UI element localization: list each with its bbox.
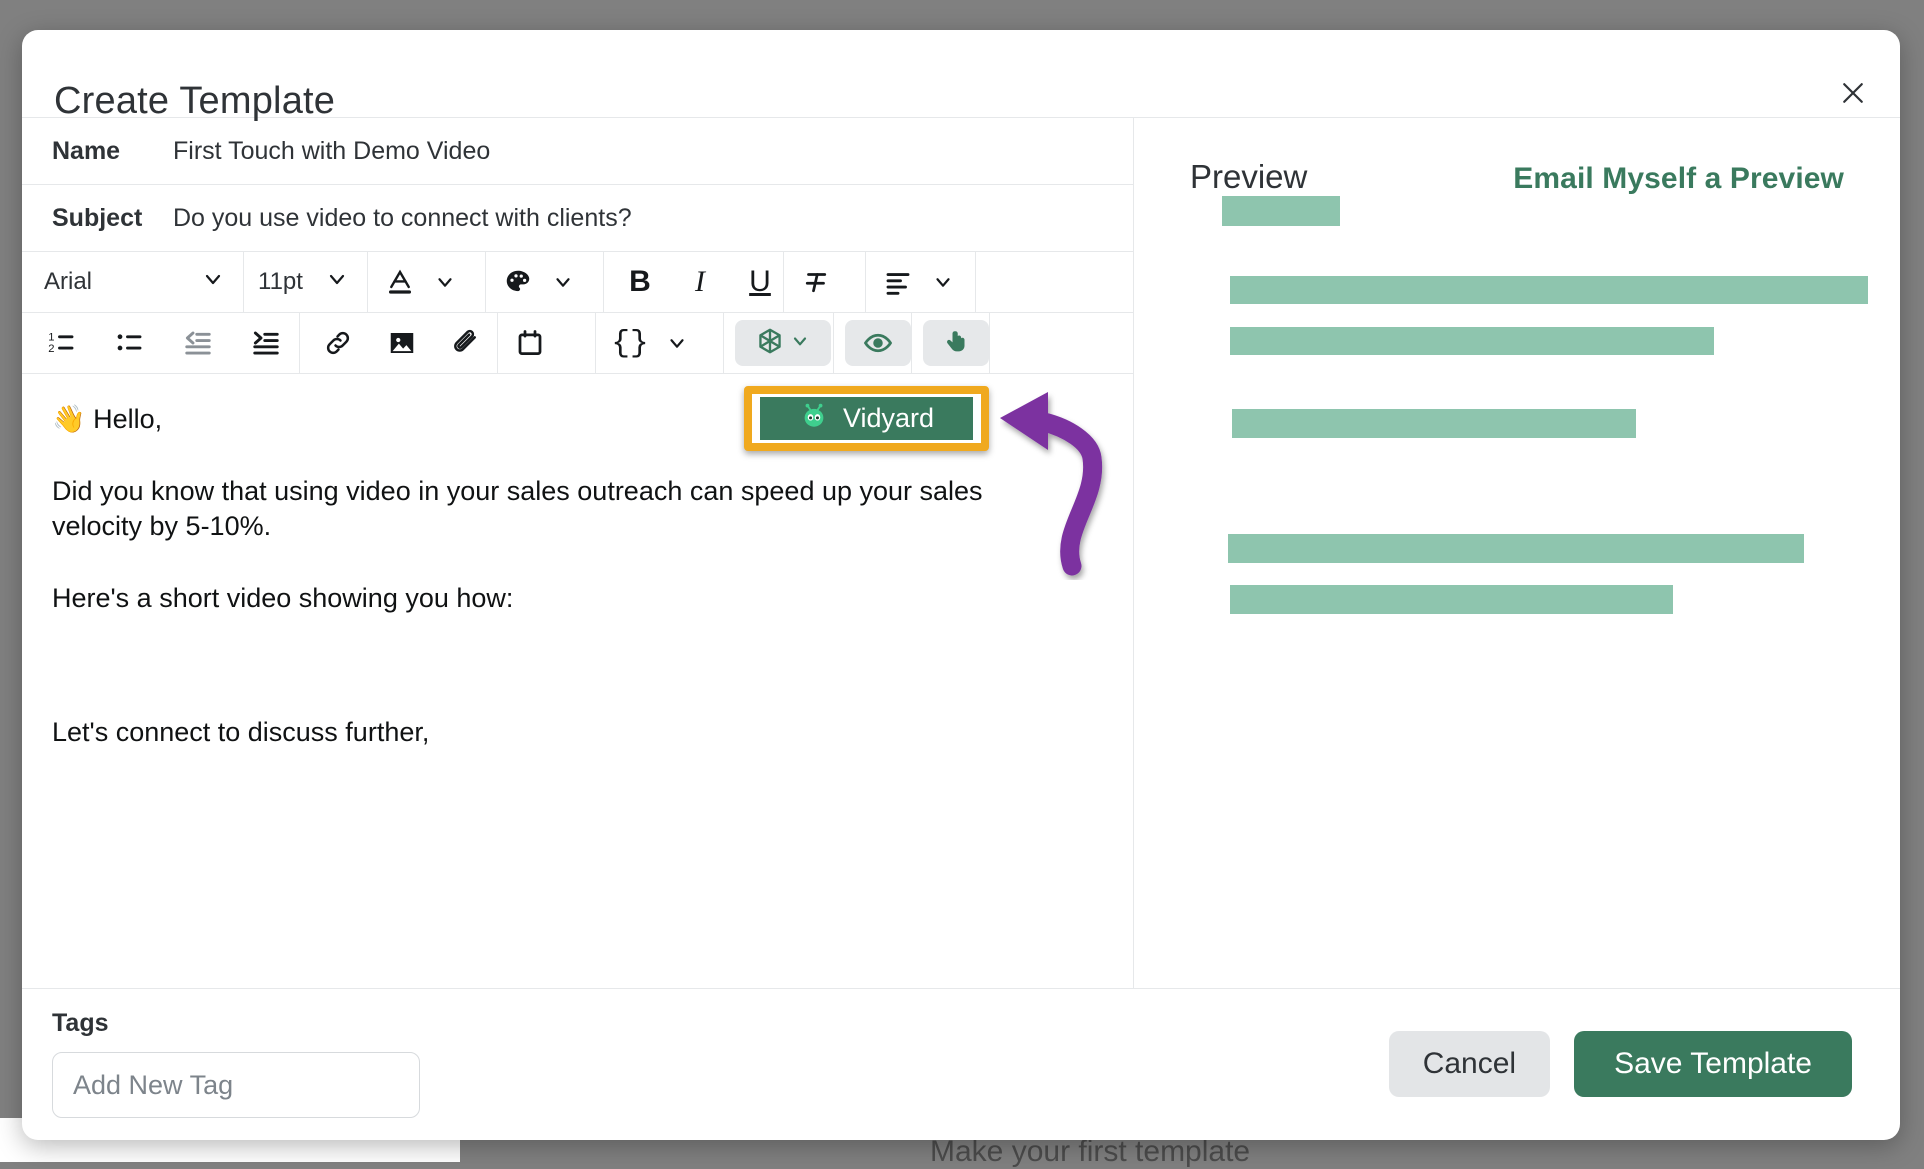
- preview-title: Preview: [1190, 158, 1308, 195]
- vidyard-button-label: Vidyard: [842, 403, 935, 433]
- preview-skeleton-bar: [1230, 585, 1673, 614]
- outdent-icon[interactable]: [164, 319, 232, 367]
- editor-paragraph-1-line-2: velocity by 5-10%.: [52, 511, 272, 542]
- cancel-button[interactable]: Cancel: [1388, 1030, 1551, 1097]
- calendar-group: [498, 313, 596, 373]
- text-color-group: [368, 252, 486, 312]
- font-size-group: 11pt: [244, 252, 368, 312]
- bulleted-list-icon[interactable]: [96, 319, 164, 367]
- numbered-list-icon[interactable]: 1 2: [28, 319, 96, 367]
- subject-label: Subject: [52, 203, 143, 232]
- paperclip-icon[interactable]: [434, 319, 498, 367]
- highlight-color-icon[interactable]: [492, 258, 544, 306]
- preview-skeleton: [1134, 196, 1900, 666]
- link-icon[interactable]: [306, 319, 370, 367]
- insert-group: [300, 313, 498, 373]
- text-style-group: B I U: [604, 252, 784, 312]
- image-icon[interactable]: [370, 319, 434, 367]
- tags-block: Tags: [52, 1009, 420, 1118]
- bold-icon[interactable]: B: [610, 258, 670, 306]
- vidyard-mascot-icon: [799, 400, 829, 437]
- toolbar-row-1: Arial 11pt B I U: [22, 252, 1133, 313]
- highlight-color-group: [486, 252, 604, 312]
- chevron-down-icon: [201, 267, 225, 298]
- chevron-down-icon: [325, 267, 349, 298]
- toolbar-row-1-filler: [976, 252, 1133, 312]
- editor-video-placeholder: [52, 653, 1103, 715]
- name-value[interactable]: First Touch with Demo Video: [173, 137, 490, 166]
- toolbar-row-2: 1 2 {}: [22, 313, 1133, 374]
- page-title: Create Template: [54, 80, 336, 122]
- text-color-dropdown[interactable]: [426, 258, 464, 306]
- toolbar-row-2-filler: [990, 313, 1133, 373]
- editor-paragraph-1-line-1: Did you know that using video in your sa…: [52, 475, 983, 506]
- tags-label: Tags: [52, 1009, 109, 1037]
- preview-skeleton-bar: [1232, 409, 1636, 438]
- svg-text:2: 2: [48, 343, 54, 355]
- italic-icon[interactable]: I: [670, 258, 730, 306]
- save-template-button[interactable]: Save Template: [1574, 1030, 1852, 1097]
- merge-fields-group: {}: [596, 313, 724, 373]
- highlight-color-dropdown[interactable]: [544, 258, 582, 306]
- preview-header: Preview Email Myself a Preview: [1134, 118, 1900, 196]
- footer-actions: Cancel Save Template: [1388, 1030, 1852, 1097]
- pointing-hand-icon[interactable]: [923, 320, 989, 366]
- integrations-group: [724, 313, 834, 373]
- modal-footer: Tags Cancel Save Template: [22, 988, 1900, 1138]
- merge-fields-icon[interactable]: {}: [602, 319, 658, 367]
- preview-skeleton-bar: [1230, 327, 1714, 355]
- name-field-row[interactable]: Name First Touch with Demo Video: [22, 118, 1133, 185]
- align-group: [866, 252, 976, 312]
- font-family-value: Arial: [44, 268, 93, 295]
- editor-paragraph-2: Here's a short video showing you how:: [52, 582, 514, 613]
- align-dropdown[interactable]: [924, 258, 962, 306]
- list-group: 1 2: [22, 313, 300, 373]
- preview-eye-group: [834, 313, 912, 373]
- vidyard-button[interactable]: Vidyard: [760, 397, 973, 440]
- email-body-editor[interactable]: 👋 Hello, Did you know that using video i…: [22, 374, 1133, 988]
- background-page-text: Make your first template: [930, 1135, 1251, 1168]
- svg-text:1: 1: [48, 332, 54, 344]
- preview-skeleton-bar: [1222, 196, 1340, 226]
- vidyard-highlight-box: Vidyard: [744, 386, 989, 451]
- create-template-modal: Create Template Name First Touch with De…: [22, 30, 1900, 1140]
- integrations-dropdown-chevron: [790, 331, 810, 356]
- name-label: Name: [52, 136, 121, 165]
- preview-skeleton-bar: [1228, 534, 1804, 563]
- font-family-group: Arial: [22, 252, 244, 312]
- editor-paragraph-3: Let's connect to discuss further,: [52, 716, 430, 747]
- font-size-value: 11pt: [258, 268, 303, 295]
- underline-icon[interactable]: U: [730, 258, 790, 306]
- cta-hand-group: [912, 313, 990, 373]
- integrations-button[interactable]: [735, 320, 831, 366]
- text-color-icon[interactable]: [374, 258, 426, 306]
- subject-value[interactable]: Do you use video to connect with clients…: [173, 204, 632, 233]
- subject-field-row[interactable]: Subject Do you use video to connect with…: [22, 185, 1133, 252]
- modal-header: Create Template: [22, 30, 1900, 122]
- cube-icon: [756, 327, 784, 360]
- merge-fields-dropdown[interactable]: [658, 319, 696, 367]
- modal-body: Name First Touch with Demo Video Subject…: [22, 118, 1900, 988]
- preview-skeleton-bar: [1230, 276, 1868, 304]
- add-new-tag-input[interactable]: [52, 1052, 420, 1118]
- font-family-select[interactable]: Arial: [28, 258, 237, 306]
- eye-icon[interactable]: [845, 320, 911, 366]
- clear-formatting-icon[interactable]: [790, 258, 842, 306]
- editor-column: Name First Touch with Demo Video Subject…: [22, 118, 1134, 988]
- clear-formatting-group: [784, 252, 866, 312]
- font-size-select[interactable]: 11pt: [250, 258, 361, 306]
- indent-icon[interactable]: [232, 319, 300, 367]
- preview-column: Preview Email Myself a Preview: [1134, 118, 1900, 988]
- close-icon[interactable]: [1830, 70, 1876, 116]
- calendar-icon[interactable]: [504, 319, 556, 367]
- email-myself-a-preview-link[interactable]: Email Myself a Preview: [1513, 162, 1844, 196]
- align-left-icon[interactable]: [872, 258, 924, 306]
